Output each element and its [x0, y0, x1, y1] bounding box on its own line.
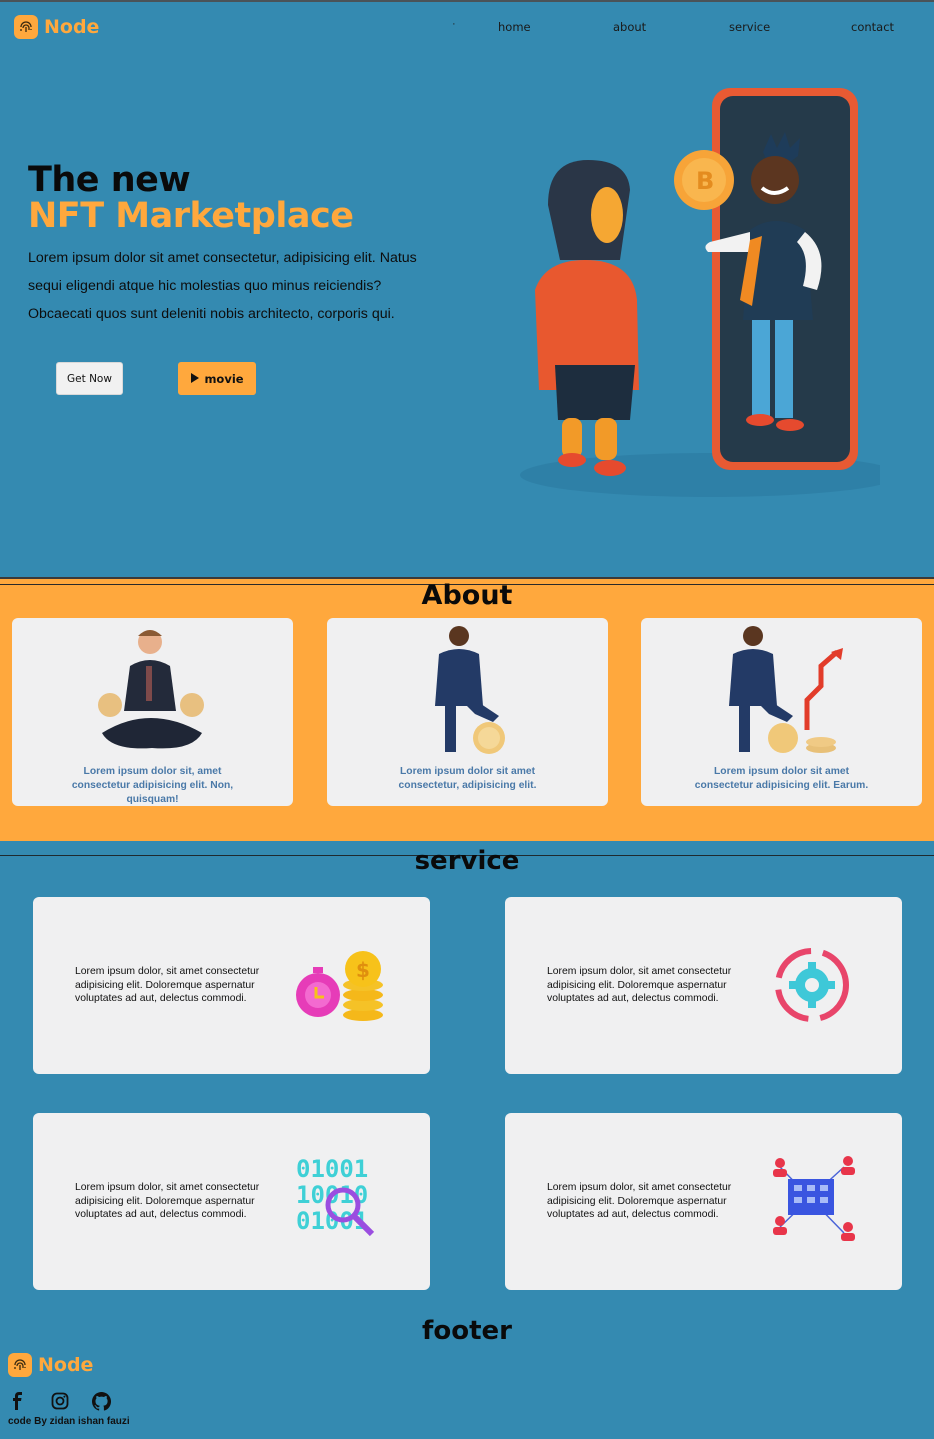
svg-text:B: B — [696, 167, 714, 195]
movie-button[interactable]: movie — [178, 362, 256, 395]
hero-title-line1: The new — [28, 160, 191, 200]
hero-illustration: B — [520, 88, 880, 497]
stopwatch-coins-icon: $ — [296, 951, 383, 1021]
service-card-text: Lorem ipsum dolor, sit amet consectetur … — [547, 966, 732, 1004]
brand[interactable]: Node — [14, 15, 99, 39]
binary-search-icon: 01001 10010 01001 — [296, 1155, 375, 1237]
network-building-icon — [773, 1156, 855, 1241]
about-title: About — [421, 580, 513, 611]
github-icon[interactable] — [92, 1392, 112, 1416]
brand-name: Node — [44, 16, 100, 38]
about-card-3: Lorem ipsum dolor sit amet consectetur a… — [641, 618, 922, 806]
service-title: service — [414, 846, 520, 876]
fingerprint-icon — [8, 1353, 32, 1377]
svg-text:01001: 01001 — [296, 1155, 368, 1183]
movie-button-label: movie — [204, 371, 244, 386]
service-card-text: Lorem ipsum dolor, sit amet consectetur … — [547, 1182, 732, 1220]
footer-credit: code By zidan ishan fauzi — [8, 1416, 130, 1427]
footer-brand-name: Node — [38, 1354, 94, 1376]
businessman-coin-icon — [435, 626, 505, 754]
fingerprint-icon — [14, 15, 38, 39]
nav-link-service[interactable]: service — [729, 20, 770, 34]
service-card-text: Lorem ipsum dolor, sit amet consectetur … — [75, 966, 260, 1004]
play-icon — [190, 372, 200, 386]
top-nav: Node · home about service contact — [0, 0, 934, 50]
instagram-icon[interactable] — [51, 1392, 69, 1415]
footer-brand[interactable]: Node — [8, 1353, 93, 1377]
about-card-1: Lorem ipsum dolor sit, amet consectetur … — [12, 618, 293, 806]
service-card-text: Lorem ipsum dolor, sit amet consectetur … — [75, 1182, 260, 1220]
service-card-2: Lorem ipsum dolor, sit amet consectetur … — [505, 897, 902, 1074]
about-card-text: Lorem ipsum dolor sit amet consectetur a… — [694, 766, 869, 791]
businessman-growth-icon — [729, 626, 843, 753]
get-now-button[interactable]: Get Now — [56, 362, 123, 395]
about-card-text: Lorem ipsum dolor sit, amet consectetur … — [71, 766, 234, 805]
hero-description: Lorem ipsum dolor sit amet consectetur, … — [28, 250, 417, 322]
hero-title-line2: NFT Marketplace — [28, 196, 354, 236]
nav-link-contact[interactable]: contact — [851, 20, 894, 34]
service-card-1: Lorem ipsum dolor, sit amet consectetur … — [33, 897, 430, 1074]
nav-link-home[interactable]: home — [498, 20, 531, 34]
service-card-3: Lorem ipsum dolor, sit amet consectetur … — [33, 1113, 430, 1290]
footer-title: footer — [422, 1316, 512, 1346]
about-card-2: Lorem ipsum dolor sit amet consectetur, … — [327, 618, 608, 806]
service-card-4: Lorem ipsum dolor, sit amet consectetur … — [505, 1113, 902, 1290]
nav-link-about[interactable]: about — [613, 20, 646, 34]
nav-separator: · — [452, 18, 456, 30]
about-card-text: Lorem ipsum dolor sit amet consectetur, … — [398, 766, 537, 791]
svg-text:$: $ — [356, 958, 370, 982]
gear-cycle-icon — [775, 948, 849, 1022]
facebook-icon[interactable] — [10, 1392, 24, 1415]
meditating-businessman-icon — [98, 630, 204, 749]
